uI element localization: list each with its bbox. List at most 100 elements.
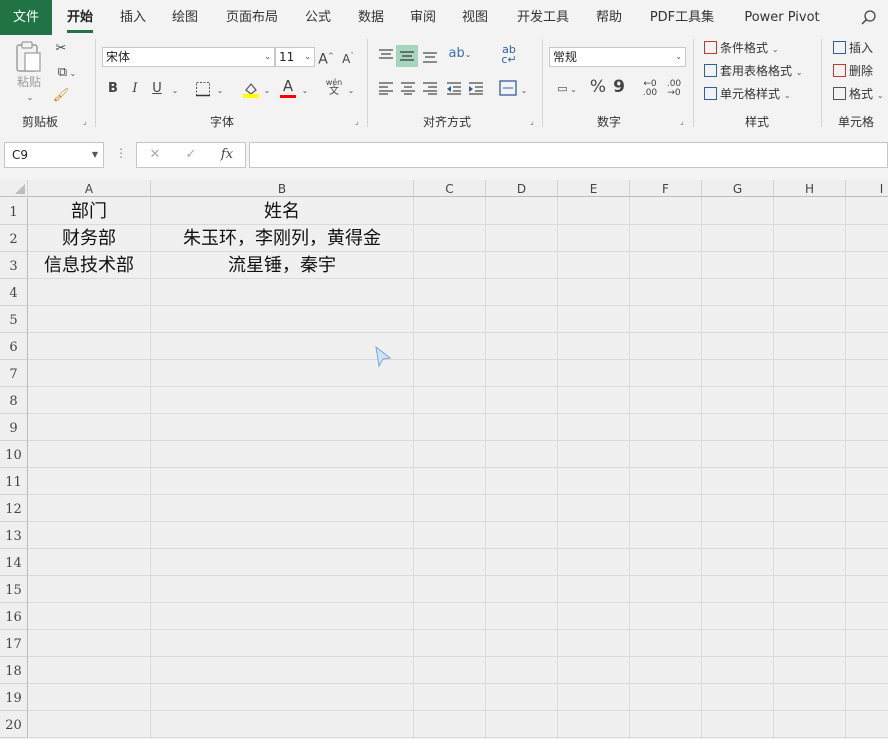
align-left-icon[interactable]: [378, 81, 394, 95]
name-box-dropdown-icon[interactable]: ▼: [92, 143, 98, 167]
row-header[interactable]: 14: [0, 549, 28, 576]
row-header[interactable]: 1: [0, 198, 28, 225]
enter-icon[interactable]: ✓: [181, 147, 201, 163]
font-size-select[interactable]: 11 ⌄: [275, 47, 315, 67]
cell-A2[interactable]: 财务部: [28, 225, 150, 252]
column-header[interactable]: C: [414, 180, 486, 197]
row-header[interactable]: 6: [0, 333, 28, 360]
alignment-launcher-icon[interactable]: ⌟: [530, 117, 534, 126]
row-header[interactable]: 10: [0, 441, 28, 468]
tab-review[interactable]: 审阅: [400, 0, 446, 35]
name-box[interactable]: C9 ▼: [4, 142, 104, 168]
tab-file[interactable]: 文件: [0, 0, 52, 35]
row-header[interactable]: 19: [0, 684, 28, 711]
paste-dropdown-icon[interactable]: ⌄: [24, 90, 36, 106]
row-header[interactable]: 16: [0, 603, 28, 630]
row-header[interactable]: 18: [0, 657, 28, 684]
align-top-icon[interactable]: [378, 47, 394, 63]
orientation-icon[interactable]: ab⌄: [446, 46, 474, 63]
row-header[interactable]: 20: [0, 711, 28, 738]
cell-A3[interactable]: 信息技术部: [28, 252, 150, 279]
merge-dropdown-icon[interactable]: ⌄: [519, 83, 529, 99]
row-header[interactable]: 5: [0, 306, 28, 333]
tab-home[interactable]: 开始: [56, 0, 104, 35]
align-bottom-icon[interactable]: [422, 48, 438, 64]
font-color-button[interactable]: A: [280, 78, 296, 98]
column-header[interactable]: F: [630, 180, 702, 197]
tab-formulas[interactable]: 公式: [296, 0, 340, 35]
borders-icon[interactable]: [195, 81, 211, 97]
worksheet-grid[interactable]: A B C D E F G H I 1 2 3 4 5 6 7 8 9 10 11 12 13 14 15 1…: [0, 180, 888, 739]
formula-input[interactable]: [249, 142, 888, 168]
tab-view[interactable]: 视图: [452, 0, 498, 35]
row-header[interactable]: 11: [0, 468, 28, 495]
bold-button[interactable]: B: [106, 81, 120, 97]
tab-developer[interactable]: 开发工具: [506, 0, 580, 35]
underline-button[interactable]: U: [150, 81, 164, 97]
clipboard-launcher-icon[interactable]: ⌟: [83, 117, 87, 126]
column-header[interactable]: A: [28, 180, 151, 197]
column-header[interactable]: B: [151, 180, 414, 197]
format-painter-icon[interactable]: 🖌: [52, 88, 70, 104]
phonetic-icon[interactable]: wén 文: [323, 78, 345, 97]
number-format-select[interactable]: 常规 ⌄: [549, 47, 686, 67]
decrease-indent-icon[interactable]: [446, 81, 462, 95]
insert-cells-button[interactable]: 插入: [833, 40, 873, 56]
copy-icon[interactable]: ⧉ ⌄: [52, 65, 82, 82]
align-center-icon[interactable]: [400, 81, 416, 95]
paste-label[interactable]: 粘贴: [12, 74, 46, 90]
increase-decimal-icon[interactable]: ←0.00: [639, 80, 661, 98]
row-header[interactable]: 17: [0, 630, 28, 657]
align-middle-icon[interactable]: [396, 45, 418, 67]
select-all-corner[interactable]: [0, 180, 28, 197]
column-header[interactable]: G: [702, 180, 774, 197]
cut-icon[interactable]: ✂: [52, 41, 70, 57]
format-cells-button[interactable]: 格式 ⌄: [833, 86, 884, 104]
row-header[interactable]: 9: [0, 414, 28, 441]
column-header[interactable]: D: [486, 180, 558, 197]
number-launcher-icon[interactable]: ⌟: [680, 117, 684, 126]
row-header[interactable]: 8: [0, 387, 28, 414]
font-name-select[interactable]: 宋体 ⌄: [102, 47, 275, 67]
row-header[interactable]: 4: [0, 279, 28, 306]
row-header[interactable]: 13: [0, 522, 28, 549]
row-header[interactable]: 7: [0, 360, 28, 387]
phonetic-dropdown-icon[interactable]: ⌄: [346, 83, 356, 99]
tab-power-pivot[interactable]: Power Pivot: [736, 0, 828, 35]
tab-help[interactable]: 帮助: [586, 0, 632, 35]
tab-insert[interactable]: 插入: [110, 0, 156, 35]
tab-page-layout[interactable]: 页面布局: [216, 0, 288, 35]
search-icon[interactable]: [861, 10, 877, 26]
row-header[interactable]: 12: [0, 495, 28, 522]
column-header[interactable]: E: [558, 180, 630, 197]
cell-B2[interactable]: 朱玉环，李刚列，黄得金: [151, 225, 413, 252]
grow-font-icon[interactable]: A^: [318, 48, 334, 68]
comma-style-button[interactable]: 9: [612, 79, 626, 96]
align-right-icon[interactable]: [422, 81, 438, 95]
column-header[interactable]: H: [774, 180, 846, 197]
row-header[interactable]: 3: [0, 252, 28, 279]
paste-icon[interactable]: [14, 41, 44, 73]
cell-B3[interactable]: 流星锤，秦宇: [151, 252, 413, 279]
wrap-text-icon[interactable]: ab c↵: [500, 44, 518, 65]
formula-bar-grip-icon[interactable]: ⋮: [115, 146, 127, 160]
column-header[interactable]: I: [846, 180, 888, 197]
font-launcher-icon[interactable]: ⌟: [355, 117, 359, 126]
cell-styles-button[interactable]: 单元格样式 ⌄: [704, 86, 791, 104]
insert-function-icon[interactable]: fx: [217, 147, 237, 163]
delete-cells-button[interactable]: 删除: [833, 63, 873, 79]
cancel-icon[interactable]: ✕: [145, 147, 165, 163]
accounting-format-icon[interactable]: ▭ ⌄: [551, 81, 583, 98]
underline-dropdown-icon[interactable]: ⌄: [170, 83, 180, 99]
cell-B1[interactable]: 姓名: [151, 198, 413, 225]
row-header[interactable]: 15: [0, 576, 28, 603]
row-header[interactable]: 2: [0, 225, 28, 252]
borders-dropdown-icon[interactable]: ⌄: [215, 83, 225, 99]
increase-indent-icon[interactable]: [468, 81, 484, 95]
italic-button[interactable]: I: [128, 81, 142, 97]
merge-center-icon[interactable]: [499, 80, 517, 96]
fill-color-dropdown-icon[interactable]: ⌄: [262, 83, 272, 99]
shrink-font-icon[interactable]: Aˇ: [340, 48, 356, 67]
tab-draw[interactable]: 绘图: [162, 0, 208, 35]
font-color-dropdown-icon[interactable]: ⌄: [300, 83, 310, 99]
